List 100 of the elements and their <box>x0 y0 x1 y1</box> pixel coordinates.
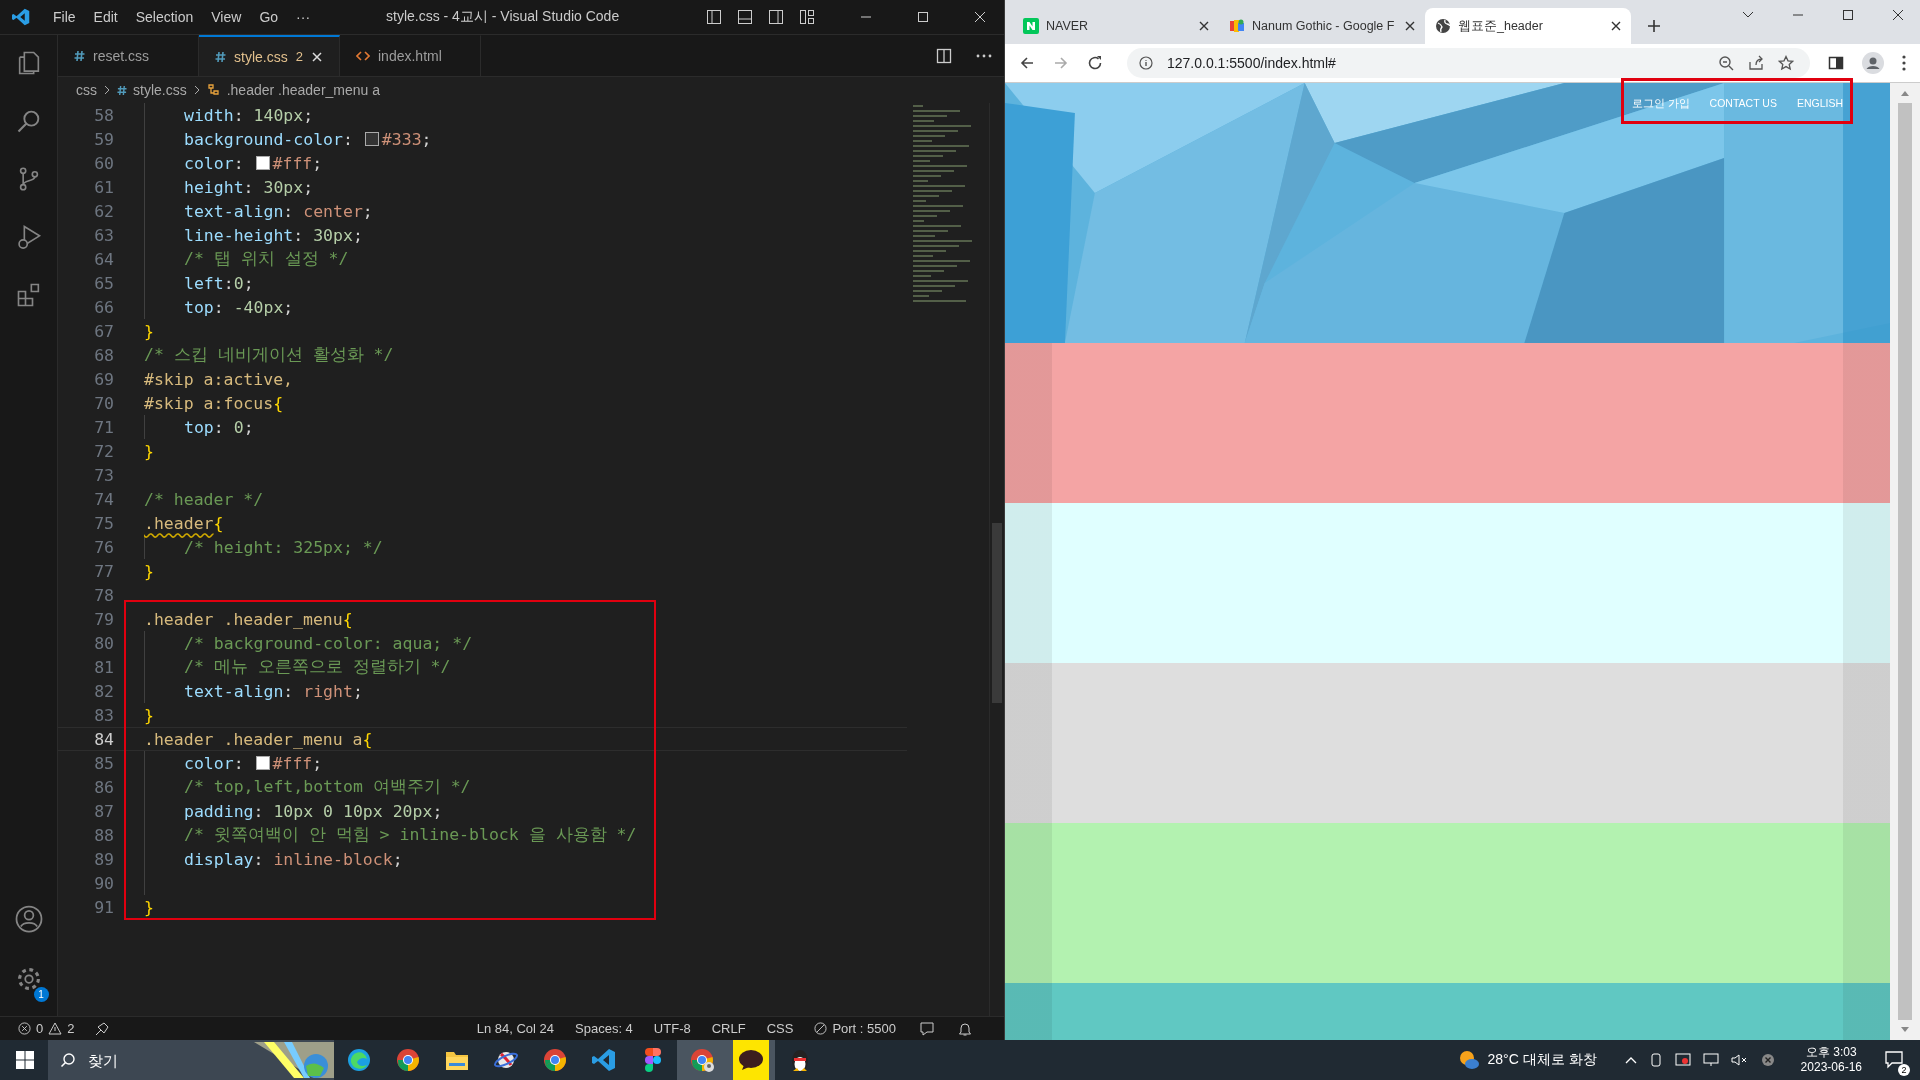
line-number: 87 <box>93 801 114 821</box>
sidebar-layout-icon[interactable] <box>768 9 784 25</box>
chevron-down-icon[interactable] <box>1742 11 1754 19</box>
clock-time[interactable]: 오후 3:03 <box>1805 1045 1857 1060</box>
search-box[interactable]: 찾기 <box>48 1040 334 1080</box>
scroll-up-icon[interactable] <box>1900 89 1910 97</box>
chat-bubble-icon[interactable] <box>737 1049 764 1071</box>
account-icon[interactable] <box>13 904 44 934</box>
close-icon[interactable] <box>1199 21 1209 31</box>
line-number: 60 <box>93 153 114 173</box>
hash-icon <box>117 84 127 96</box>
clock-date[interactable]: 2023-06-16 <box>1800 1060 1862 1075</box>
menu-item[interactable]: Selection <box>126 9 203 25</box>
notification-icon[interactable] <box>1884 1048 1904 1069</box>
browser-tab[interactable]: Nanum Gothic - Google F <box>1219 8 1425 44</box>
line-number: 80 <box>93 633 114 653</box>
maximize-icon[interactable] <box>1842 9 1854 21</box>
error-count[interactable]: 0 <box>36 1021 44 1036</box>
code-line: left:0; <box>184 273 254 293</box>
scroll-down-icon[interactable] <box>1900 1026 1910 1034</box>
status-item[interactable]: CSS <box>766 1021 794 1036</box>
menu-item[interactable]: File <box>44 9 85 25</box>
tray-app-icon[interactable] <box>1674 1053 1691 1067</box>
menu-item[interactable]: Go <box>250 9 288 25</box>
scrollbar-thumb[interactable] <box>992 523 1002 703</box>
app-logo-icon <box>12 8 30 26</box>
menu-item[interactable]: View <box>202 9 251 25</box>
feedback-icon[interactable] <box>919 1020 935 1037</box>
split-editor-icon[interactable] <box>936 47 952 64</box>
muted-speaker-icon[interactable] <box>1730 1053 1749 1067</box>
start-icon[interactable] <box>16 1051 34 1069</box>
menu-item[interactable]: ··· <box>287 9 320 25</box>
editor-tab[interactable]: index.html <box>340 35 481 76</box>
reload-icon[interactable] <box>1087 55 1103 71</box>
weather-text[interactable]: 28°C 대체로 화창 <box>1487 1051 1597 1069</box>
search-field[interactable]: 찾기 <box>86 1050 244 1070</box>
breadcrumb-item[interactable]: css <box>76 82 97 98</box>
browser-tab[interactable]: 웹표준_header <box>1425 8 1631 44</box>
editor-tab[interactable]: style.css 2 <box>199 35 340 76</box>
menu-icon[interactable] <box>1902 55 1906 71</box>
site-icon <box>1023 18 1039 34</box>
status-item[interactable]: CRLF <box>711 1021 746 1036</box>
weather-icon[interactable] <box>1457 1049 1480 1071</box>
chrome-icon[interactable] <box>689 1048 714 1072</box>
line-number: 69 <box>93 369 114 389</box>
close-icon[interactable] <box>1405 21 1415 31</box>
folder-icon[interactable] <box>444 1049 469 1071</box>
code-line: /* 스킵 네비게이션 활성화 */ <box>144 344 394 366</box>
code-text: background-color: <box>184 129 354 149</box>
chevron-up-icon[interactable] <box>1624 1056 1637 1064</box>
panel-layout-icon[interactable] <box>737 9 753 25</box>
breadcrumb-item[interactable]: style.css <box>133 82 187 98</box>
search-icon <box>60 1052 76 1068</box>
chrome-icon[interactable] <box>542 1048 567 1072</box>
bell-icon[interactable] <box>958 1020 972 1037</box>
remote-icon[interactable] <box>93 1021 110 1036</box>
line-number: 82 <box>93 681 114 701</box>
line-number: 70 <box>93 393 114 413</box>
line-number: 91 <box>93 897 114 917</box>
tray-app-icon[interactable] <box>1648 1053 1663 1067</box>
browser-tab[interactable]: NAVER <box>1013 8 1219 44</box>
line-number: 88 <box>93 825 114 845</box>
line-number: 77 <box>93 561 114 581</box>
code-text: color: <box>184 153 245 173</box>
more-icon[interactable] <box>976 53 992 58</box>
color-swatch-icon[interactable] <box>255 756 270 770</box>
profile-icon[interactable] <box>1862 52 1884 74</box>
network-icon[interactable] <box>1702 1053 1719 1067</box>
close-icon[interactable] <box>1892 9 1904 21</box>
status-item[interactable]: Port : 5500 <box>832 1021 896 1036</box>
color-swatch-icon[interactable] <box>255 156 270 170</box>
figma-icon[interactable] <box>644 1048 661 1072</box>
line-number: 76 <box>93 537 114 557</box>
status-item[interactable]: Ln 84, Col 24 <box>476 1021 555 1036</box>
side-panel-icon[interactable] <box>1828 55 1844 71</box>
line-number: 89 <box>93 849 114 869</box>
status-item[interactable]: Spaces: 4 <box>575 1021 633 1036</box>
code-line: /* top,left,bottom 여백주기 */ <box>184 776 471 798</box>
blocked-icon[interactable] <box>1760 1053 1775 1067</box>
back-icon[interactable] <box>1019 55 1035 71</box>
grid-layout-icon[interactable] <box>799 9 815 25</box>
menu-item[interactable]: Edit <box>84 9 127 25</box>
color-swatch-icon[interactable] <box>364 132 379 146</box>
blocked-icon <box>814 1022 828 1035</box>
line-number: 59 <box>93 129 114 149</box>
edge-icon[interactable] <box>346 1048 371 1072</box>
chrome-icon[interactable] <box>395 1048 420 1072</box>
new-tab-icon[interactable] <box>1647 19 1661 33</box>
code-editor-icon[interactable] <box>591 1048 616 1072</box>
warning-icon <box>48 1022 63 1035</box>
address-bar[interactable]: 127.0.0.1:5500/index.html# <box>1127 48 1810 78</box>
status-item[interactable]: UTF-8 <box>653 1021 691 1036</box>
sidebar-layout-icon[interactable] <box>706 9 722 25</box>
breadcrumb-item[interactable]: .header .header_menu a <box>226 82 381 98</box>
close-icon[interactable] <box>1611 21 1621 31</box>
warning-count[interactable]: 2 <box>67 1021 75 1036</box>
close-icon[interactable] <box>310 50 323 63</box>
code-line: line-height: 30px; <box>184 225 363 245</box>
chevron-icon <box>192 85 201 95</box>
scrollbar-thumb[interactable] <box>1898 103 1912 1020</box>
